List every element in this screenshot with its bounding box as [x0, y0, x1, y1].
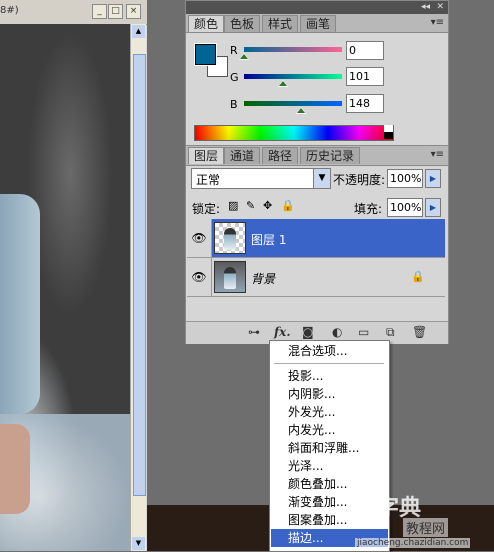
- channel-label-r: R: [230, 44, 238, 57]
- layer-thumbnail: [214, 261, 246, 293]
- document-title: 8#): [0, 5, 19, 16]
- watermark-line3: jiaocheng.chazidian.com: [355, 538, 471, 548]
- tab-history[interactable]: 历史记录: [300, 147, 361, 164]
- close-button[interactable]: ×: [126, 4, 141, 19]
- slider-g[interactable]: [244, 74, 342, 79]
- tab-paths[interactable]: 路径: [262, 147, 299, 164]
- black-white-swatch[interactable]: [384, 125, 393, 139]
- menu-item-inner-glow[interactable]: 内发光...: [271, 421, 388, 439]
- tab-color[interactable]: 颜色: [188, 15, 225, 32]
- blend-mode-dropdown[interactable]: 正常 ▼: [191, 168, 331, 189]
- scroll-down-icon[interactable]: ▼: [132, 537, 145, 550]
- opacity-label: 不透明度:: [333, 173, 386, 187]
- menu-item-satin[interactable]: 光泽...: [271, 457, 388, 475]
- fill-label: 填充:: [354, 202, 383, 216]
- layers-panel: 图层 通道 路径 历史记录 ▾≡ 正常 ▼ 不透明度: 100% ▶ 锁定: ▨…: [185, 145, 449, 344]
- document-titlebar: 8#) _ □ ×: [0, 0, 147, 25]
- link-icon[interactable]: ⊶: [248, 325, 260, 339]
- layer-row-layer1[interactable]: 👁 图层 1: [187, 219, 445, 258]
- menu-item-drop-shadow[interactable]: 投影...: [271, 367, 388, 385]
- slider-handle-b[interactable]: [295, 107, 306, 114]
- lock-icon: 🔒: [411, 270, 425, 283]
- slider-handle-r[interactable]: [239, 53, 249, 60]
- layer-thumbnail: [214, 222, 246, 254]
- opacity-arrow-icon[interactable]: ▶: [425, 169, 441, 188]
- document-vertical-scrollbar[interactable]: ▲ ▼: [130, 24, 146, 551]
- canvas-photo[interactable]: [0, 24, 130, 551]
- collapse-icon[interactable]: ◂◂: [421, 1, 430, 14]
- new-layer-icon[interactable]: ⧉: [386, 325, 395, 340]
- tab-swatches[interactable]: 色板: [224, 15, 261, 32]
- tab-channels[interactable]: 通道: [224, 147, 261, 164]
- fill-field[interactable]: 100%: [387, 198, 423, 217]
- visibility-eye-icon[interactable]: 👁: [187, 219, 212, 257]
- folder-icon[interactable]: ▭: [358, 325, 369, 339]
- photo-arm: [0, 194, 40, 414]
- value-field-g[interactable]: 101: [346, 67, 384, 86]
- layer-row-background[interactable]: 👁 背景 🔒: [187, 258, 445, 297]
- watermark: 查字典 教程网 jiaocheng.chazidian.com: [355, 490, 490, 548]
- panel-close-icon[interactable]: ✕: [436, 1, 444, 14]
- slider-b[interactable]: [244, 101, 342, 106]
- channel-label-b: B: [230, 98, 238, 111]
- panel-header-bar: ◂◂ ✕: [186, 1, 448, 14]
- menu-item-outer-glow[interactable]: 外发光...: [271, 403, 388, 421]
- channel-label-g: G: [230, 71, 239, 84]
- blend-mode-value: 正常: [196, 173, 221, 187]
- photo-hand: [0, 424, 30, 514]
- layers-panel-tabs: 图层 通道 路径 历史记录 ▾≡: [186, 146, 448, 166]
- maximize-button[interactable]: □: [108, 4, 123, 19]
- foreground-color-swatch[interactable]: [194, 43, 217, 66]
- color-panel-tabs: 颜色 色板 样式 画笔 ▾≡: [186, 14, 448, 33]
- document-window: 8#) _ □ × ▲ ▼: [0, 0, 147, 551]
- scroll-up-icon[interactable]: ▲: [132, 25, 145, 38]
- slider-handle-g[interactable]: [277, 80, 288, 87]
- layer-name: 图层 1: [251, 233, 287, 247]
- tab-styles[interactable]: 样式: [262, 15, 299, 32]
- opacity-field[interactable]: 100%: [387, 169, 423, 188]
- mask-icon[interactable]: ◙: [302, 325, 314, 339]
- color-spectrum-bar[interactable]: [194, 125, 394, 141]
- menu-item-inner-shadow[interactable]: 内阴影...: [271, 385, 388, 403]
- lock-transparent-icon[interactable]: ▨: [228, 199, 238, 212]
- panel-menu-icon[interactable]: ▾≡: [431, 17, 444, 28]
- tab-layers[interactable]: 图层: [188, 147, 225, 164]
- value-field-r[interactable]: 0: [346, 41, 384, 60]
- lock-label: 锁定:: [192, 202, 221, 216]
- tab-brushes[interactable]: 画笔: [300, 15, 337, 32]
- layer-name: 背景: [251, 272, 276, 286]
- chevron-down-icon[interactable]: ▼: [313, 169, 330, 188]
- trash-icon[interactable]: 🗑: [412, 325, 427, 339]
- watermark-line2: 教程网: [403, 518, 449, 537]
- value-field-b[interactable]: 148: [346, 94, 384, 113]
- fx-icon[interactable]: fx.: [274, 325, 291, 339]
- lock-image-icon[interactable]: ✎: [246, 199, 255, 212]
- visibility-eye-icon[interactable]: 👁: [187, 258, 212, 296]
- slider-r[interactable]: [244, 47, 342, 52]
- fill-arrow-icon[interactable]: ▶: [425, 198, 441, 217]
- menu-item-bevel-emboss[interactable]: 斜面和浮雕...: [271, 439, 388, 457]
- menu-separator: [274, 363, 384, 364]
- color-panel: ◂◂ ✕ 颜色 色板 样式 画笔 ▾≡ R 0 G 101 B 148: [185, 0, 449, 147]
- minimize-button[interactable]: _: [92, 4, 107, 19]
- adjustment-icon[interactable]: ◐: [332, 325, 342, 339]
- workspace-background: [147, 0, 185, 551]
- lock-position-icon[interactable]: ✥: [263, 199, 272, 212]
- menu-item-blending-options[interactable]: 混合选项...: [271, 342, 388, 360]
- layers-menu-icon[interactable]: ▾≡: [431, 149, 444, 160]
- scroll-thumb[interactable]: [133, 54, 146, 496]
- lock-all-icon[interactable]: 🔒: [281, 199, 295, 212]
